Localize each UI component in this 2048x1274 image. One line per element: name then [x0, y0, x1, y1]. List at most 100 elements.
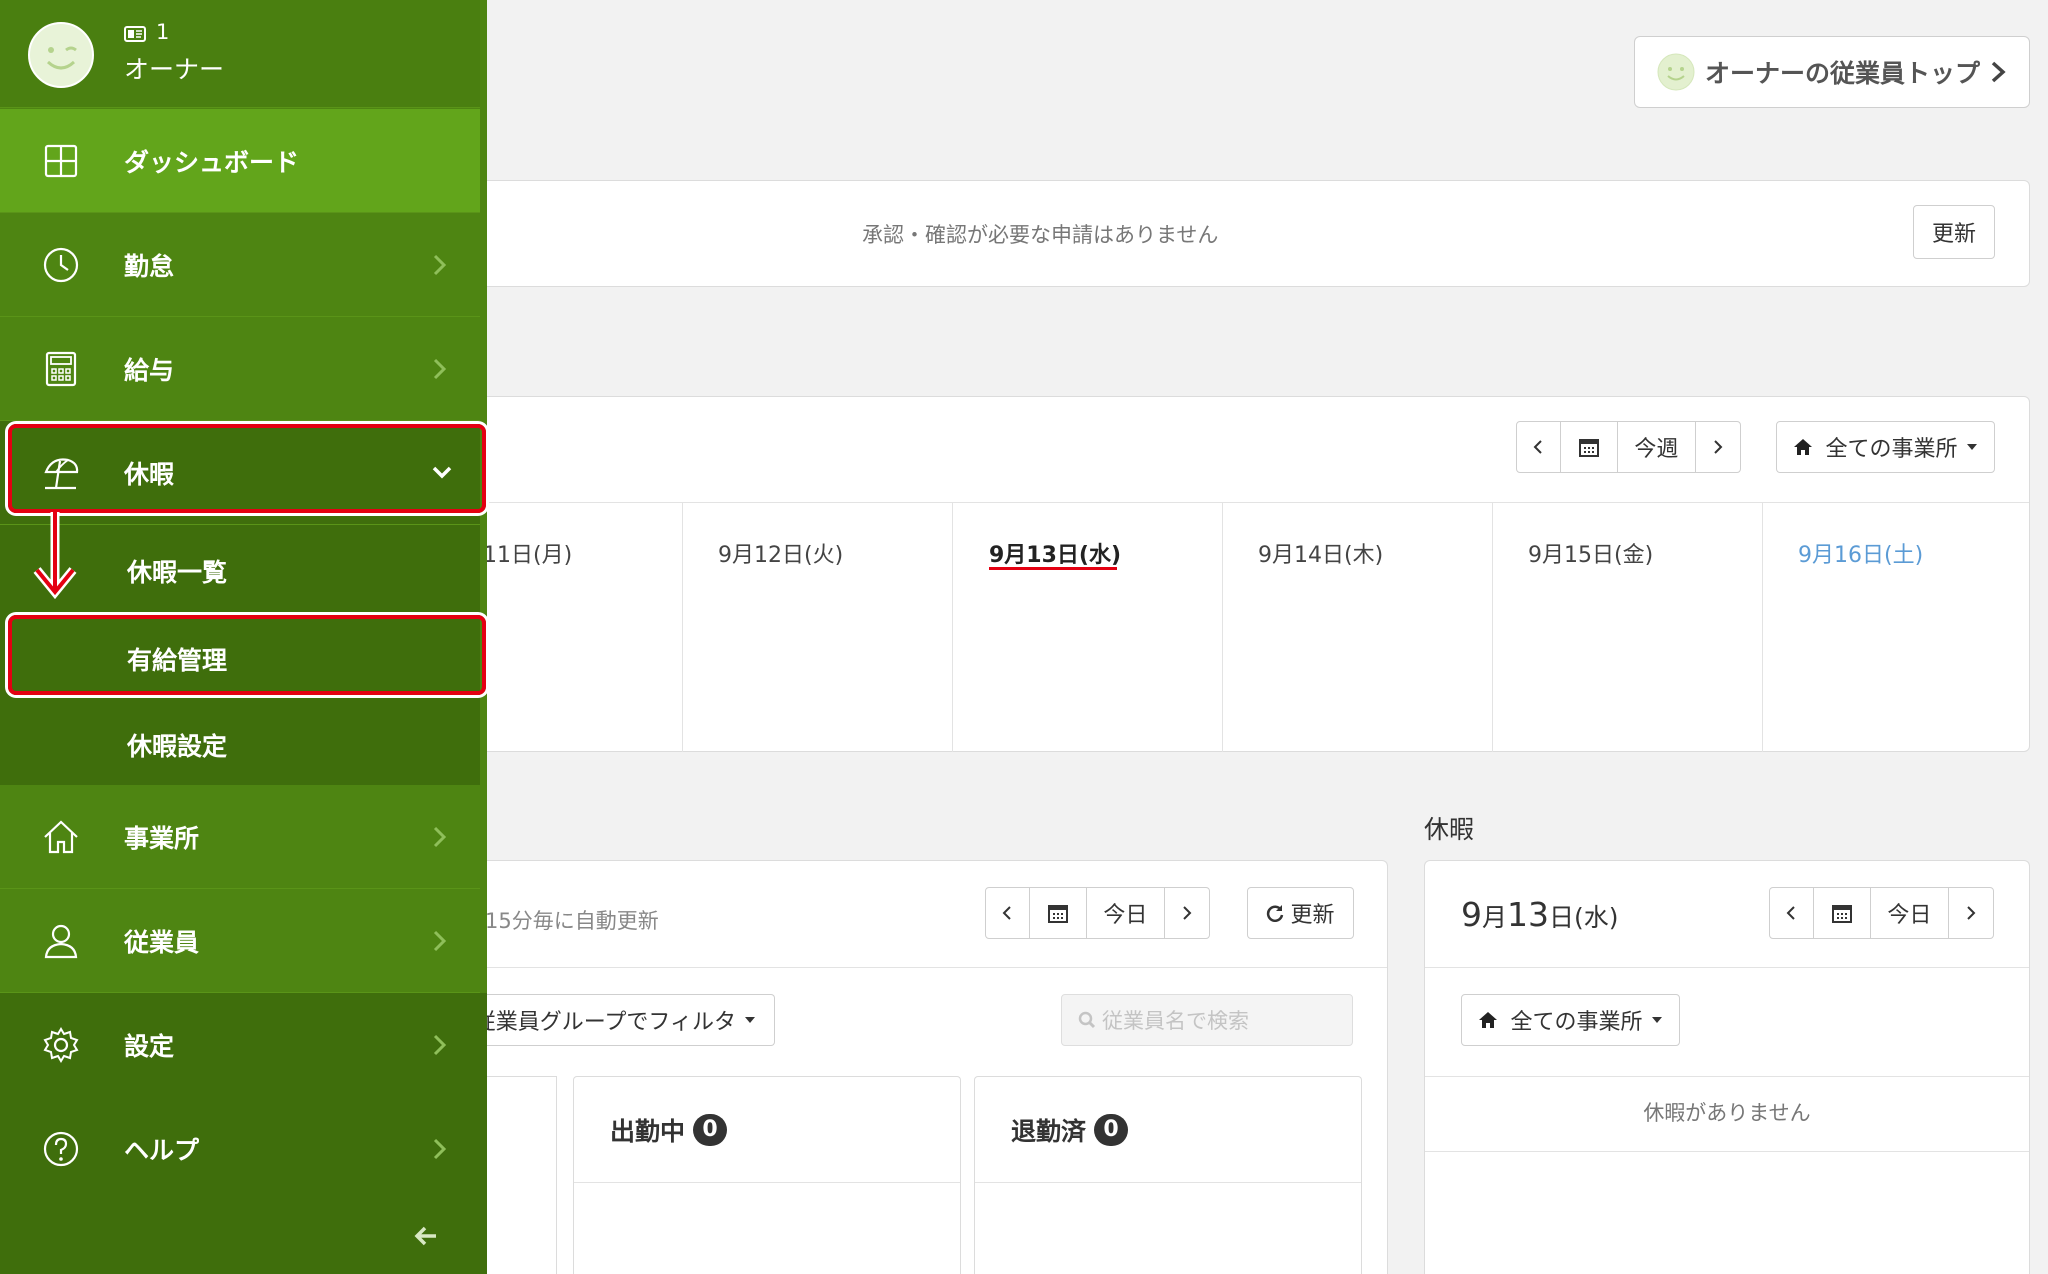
- day-label: 11日(月): [483, 543, 573, 568]
- calendar-icon: [1578, 439, 1599, 457]
- user-id-number: 1: [156, 20, 170, 44]
- home-icon: [44, 819, 78, 853]
- day-column-today[interactable]: 9月13日(水): [953, 503, 1223, 752]
- leave-prev-button[interactable]: [1770, 888, 1814, 938]
- attendance-card: 15分毎に自動更新 今日 更新 従業員グループでフィルタ 従業員名で検索 出勤中…: [440, 860, 1388, 1274]
- submenu-item-label: 休暇一覧: [127, 558, 228, 587]
- day-label: 9月15日(金): [1528, 543, 1654, 568]
- employee-top-button[interactable]: オーナーの従業員トップ: [1634, 36, 2030, 108]
- chevron-right-icon: [1991, 61, 2006, 83]
- clock-icon: [43, 247, 79, 282]
- leave-office-filter[interactable]: 全ての事業所: [1461, 994, 1680, 1046]
- smiley-icon: [1657, 53, 1695, 91]
- leave-empty-message: 休暇がありません: [1643, 1101, 1811, 1125]
- leave-today-label: 今日: [1887, 903, 1932, 928]
- day-column-saturday[interactable]: 9月16日(土): [1763, 503, 2029, 752]
- day-column[interactable]: 9月15日(金): [1493, 503, 1763, 752]
- chevron-right-icon: [433, 254, 447, 275]
- calculator-icon: [45, 351, 77, 386]
- week-days-row: 11日(月) 9月12日(火) 9月13日(水) 9月14日(木) 9月15日(…: [441, 502, 2029, 752]
- sidebar-item-label: 給与: [124, 355, 175, 385]
- attendance-divider: [441, 967, 1387, 968]
- left-label: 退勤済: [1011, 1116, 1087, 1146]
- group-filter-dropdown[interactable]: 従業員グループでフィルタ: [441, 994, 775, 1046]
- approvals-refresh-button[interactable]: 更新: [1913, 205, 1995, 259]
- day-label: 9月14日(木): [1258, 543, 1384, 568]
- sidebar-item-office[interactable]: 事業所: [0, 785, 480, 889]
- sidebar-item-payroll[interactable]: 給与: [0, 317, 480, 421]
- group-filter-label: 従業員グループでフィルタ: [473, 1010, 736, 1035]
- chevron-left-icon: [1002, 906, 1012, 920]
- leave-divider-3: [1425, 1151, 2029, 1152]
- dashboard-icon: [44, 144, 78, 177]
- chevron-right-icon: [433, 1138, 447, 1160]
- attendance-refresh-button[interactable]: 更新: [1247, 887, 1354, 939]
- calendar-icon: [1831, 905, 1852, 923]
- leave-card: 9月13日(水) 今日 全ての事業所 休暇がありません: [1424, 860, 2030, 1274]
- arrow-left-icon[interactable]: [414, 1225, 438, 1247]
- week-next-button[interactable]: [1696, 422, 1740, 472]
- auto-refresh-note: 15分毎に自動更新: [485, 909, 659, 933]
- sidebar-item-settings[interactable]: 設定: [0, 993, 480, 1097]
- week-office-filter[interactable]: 全ての事業所: [1776, 421, 1995, 473]
- this-week-label: 今週: [1634, 437, 1679, 462]
- user-name: オーナー: [124, 55, 225, 84]
- chevron-right-icon: [433, 358, 447, 379]
- sidebar-item-label: ダッシュボード: [124, 147, 300, 177]
- sidebar-item-attendance[interactable]: 勤怠: [0, 213, 480, 317]
- leave-divider: [1425, 967, 2029, 968]
- highlight-paid-leave: [8, 615, 486, 695]
- sidebar-item-employees[interactable]: 従業員: [0, 889, 480, 993]
- approvals-refresh-label: 更新: [1931, 222, 1976, 247]
- attendance-refresh-label: 更新: [1290, 903, 1335, 928]
- chevron-left-icon: [1533, 440, 1543, 454]
- gear-icon: [43, 1027, 79, 1063]
- day-calendar-button[interactable]: [1030, 888, 1087, 938]
- today-button[interactable]: 今日: [1087, 888, 1166, 938]
- day-column[interactable]: 9月14日(木): [1223, 503, 1493, 752]
- leave-section-title: 休暇: [1424, 815, 1475, 844]
- leave-date-month: 9: [1461, 895, 1482, 934]
- leave-calendar-button[interactable]: [1814, 888, 1871, 938]
- today-underline: [989, 567, 1117, 570]
- sidebar-item-label: 事業所: [124, 823, 200, 853]
- leave-date-day-suffix: 日(水): [1549, 903, 1619, 932]
- leave-date-month-suffix: 月: [1482, 903, 1508, 932]
- this-week-button[interactable]: 今週: [1618, 422, 1697, 472]
- status-column-working: 出勤中 0: [573, 1076, 961, 1274]
- approvals-message: 承認・確認が必要な申請はありません: [862, 223, 1219, 247]
- day-prev-button[interactable]: [986, 888, 1030, 938]
- employee-search-input[interactable]: 従業員名で検索: [1061, 994, 1353, 1046]
- highlight-leave-menu: [8, 424, 486, 513]
- refresh-icon: [1267, 905, 1284, 922]
- submenu-item-label: 休暇設定: [127, 732, 228, 761]
- sidebar-item-help[interactable]: ヘルプ: [0, 1097, 480, 1201]
- week-prev-button[interactable]: [1517, 422, 1561, 472]
- today-label: 今日: [1103, 903, 1148, 928]
- leave-today-button[interactable]: 今日: [1871, 888, 1950, 938]
- avatar: [28, 22, 94, 88]
- week-calendar-button[interactable]: [1561, 422, 1618, 472]
- sidebar-item-label: ヘルプ: [124, 1136, 200, 1165]
- sidebar-item-dashboard[interactable]: ダッシュボード: [0, 109, 480, 213]
- sidebar-item-label: 勤怠: [124, 251, 175, 281]
- approvals-card: 承認・確認が必要な申請はありません 更新: [440, 180, 2030, 287]
- submenu-item-leave-settings[interactable]: 休暇設定: [0, 697, 480, 783]
- profile-header[interactable]: 1 オーナー: [0, 0, 480, 108]
- search-placeholder: 従業員名で検索: [1102, 1009, 1249, 1033]
- caret-down-icon: [1651, 1017, 1662, 1023]
- chevron-right-icon: [433, 1034, 447, 1056]
- home-icon: [1479, 1012, 1498, 1028]
- person-icon: [44, 924, 78, 958]
- sidebar-item-label: 設定: [124, 1032, 175, 1061]
- leave-office-filter-label: 全ての事業所: [1510, 1010, 1643, 1035]
- day-next-button[interactable]: [1165, 888, 1209, 938]
- employee-top-label: オーナーの従業員トップ: [1705, 59, 1981, 88]
- chevron-right-icon: [1967, 906, 1976, 920]
- day-label-today: 9月13日(水): [989, 543, 1122, 568]
- leave-next-button[interactable]: [1949, 888, 1993, 938]
- leave-date-day: 13: [1507, 895, 1550, 934]
- day-label-saturday: 9月16日(土): [1798, 543, 1924, 568]
- chevron-right-icon: [1183, 906, 1192, 920]
- day-column[interactable]: 9月12日(火): [683, 503, 953, 752]
